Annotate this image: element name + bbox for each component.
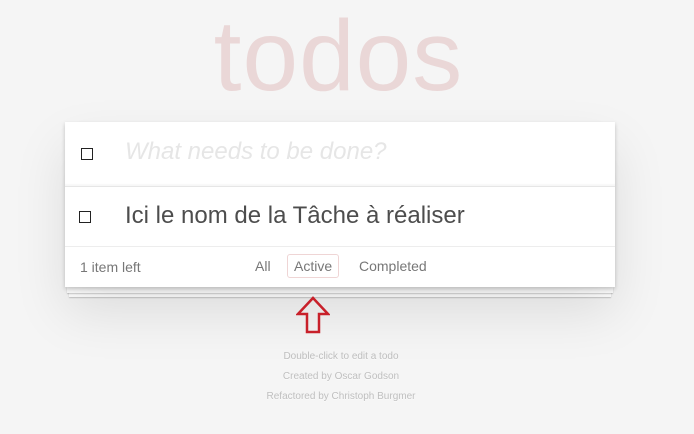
info-edit-hint: Double-click to edit a todo bbox=[283, 351, 399, 362]
app-title: todos bbox=[213, 0, 464, 112]
stacked-sheet bbox=[67, 287, 613, 293]
info-refactored-by: Refactored by Christoph Burgmer bbox=[266, 391, 416, 402]
filter-all[interactable]: All bbox=[248, 254, 278, 278]
todo-item[interactable]: Ici le nom de la Tâche à réaliser bbox=[65, 187, 615, 247]
new-todo-input[interactable] bbox=[125, 138, 595, 166]
todo-app: Ici le nom de la Tâche à réaliser 1 item… bbox=[65, 122, 615, 287]
filter-completed[interactable]: Completed bbox=[352, 254, 434, 278]
up-arrow-icon bbox=[296, 296, 330, 334]
todo-toggle-checkbox[interactable] bbox=[79, 211, 91, 223]
info-footer: Double-click to edit a todo Created by O… bbox=[0, 352, 682, 412]
todo-footer: 1 item left All Active Completed bbox=[65, 247, 615, 287]
filter-active[interactable]: Active bbox=[287, 254, 340, 278]
items-left-count: 1 item left bbox=[80, 259, 141, 275]
toggle-all-checkbox[interactable] bbox=[81, 148, 93, 160]
new-todo-row bbox=[65, 122, 615, 187]
todo-label[interactable]: Ici le nom de la Tâche à réaliser bbox=[125, 202, 465, 231]
info-created-by: Created by Oscar Godson bbox=[282, 371, 400, 382]
